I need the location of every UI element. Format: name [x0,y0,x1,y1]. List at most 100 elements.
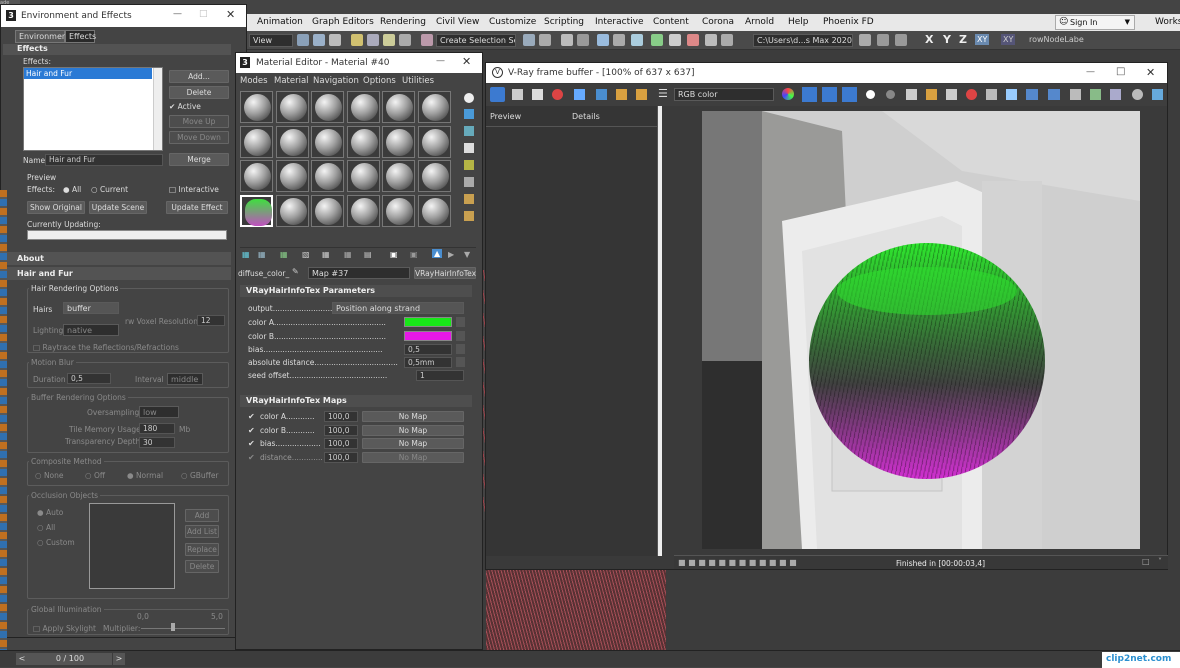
render-region-icon[interactable] [1026,89,1038,100]
material-slot[interactable] [346,125,380,158]
material-slot[interactable] [240,160,273,192]
material-slot[interactable] [311,91,344,123]
rgb-channels-icon[interactable] [782,88,794,100]
chevron-down-icon[interactable]: ˅ [1158,557,1162,566]
transparency-depth-field[interactable]: 30 [139,437,175,448]
next-frame-button[interactable]: > [113,653,125,665]
put-to-scene-icon[interactable]: ▦ [258,250,266,259]
menu-rendering[interactable]: Rendering [380,17,426,27]
effects-list-item[interactable]: Hair and Fur [24,68,152,79]
material-slot[interactable] [417,125,451,158]
track-mouse-icon[interactable] [1090,89,1101,100]
workspace-label[interactable]: Worksp [1155,17,1180,27]
minimize-icon[interactable]: — [1086,67,1095,77]
ribbon-icon[interactable] [577,34,589,46]
material-slot[interactable] [240,194,273,227]
slider-thumb[interactable] [171,623,175,631]
color-correction-icon[interactable] [1132,89,1143,100]
material-slot[interactable] [382,194,415,227]
axis-x-button[interactable]: X [925,33,933,46]
map-slot-button[interactable]: No Map [362,438,464,449]
menu-customize[interactable]: Customize [489,17,536,27]
command-panel-icon-strip[interactable] [0,190,7,650]
hair-fur-rollout-header[interactable]: Hair and Fur [3,267,231,280]
save-all-icon[interactable] [532,89,543,100]
add-effect-button[interactable]: Add... [169,70,229,83]
menu-arnold[interactable]: Arnold [745,17,774,27]
radio-normal[interactable]: ● Normal [127,471,163,480]
tile-memory-field[interactable]: 180 [139,423,175,434]
cloud-render-icon[interactable] [721,34,733,46]
axis-z-button[interactable]: Z [959,33,967,46]
view-dropdown[interactable]: View [249,34,293,47]
show-original-button[interactable]: Show Original [27,201,85,214]
move-up-button[interactable]: Move Up [169,115,229,128]
effects-rollout-header[interactable]: Effects [3,44,231,55]
prev-frame-button[interactable]: < [16,653,28,665]
map-amount-field[interactable]: 100,0 [324,438,358,449]
map-amount-field[interactable]: 100,0 [324,424,358,436]
material-slot[interactable] [240,91,273,123]
go-forward-sibling-icon[interactable]: ▶ [448,250,454,259]
tab-preview[interactable]: Preview [490,112,521,121]
close-icon[interactable]: ✕ [226,8,235,21]
clear-icon[interactable] [552,89,563,100]
close-icon[interactable]: ✕ [1146,66,1155,79]
output-dropdown[interactable]: Position along strand [332,302,464,314]
map-name-dropdown[interactable]: Map #37 [308,267,410,279]
menu-phoenix-fd[interactable]: Phoenix FD [823,17,874,27]
occ-replace-button[interactable]: Replace [185,543,219,556]
map-type-button[interactable]: VRayHairInfoTex [414,267,476,279]
pin-icon[interactable] [877,34,889,46]
channel-dropdown[interactable]: RGB color [674,88,774,101]
interval-dropdown[interactable]: middle [167,373,203,385]
blue-channel-icon[interactable] [842,87,857,102]
menu-graph-editors[interactable]: Graph Editors [312,17,374,27]
stamp-icon[interactable] [636,89,647,100]
delete-effect-button[interactable]: Delete [169,86,229,99]
schematic-icon[interactable] [613,34,625,46]
update-scene-button[interactable]: Update Scene [89,201,147,214]
show-end-result-icon[interactable]: ▣ [410,250,418,259]
folder-icon[interactable] [859,34,871,46]
menu-utilities[interactable]: Utilities [402,76,434,86]
mirror-icon[interactable] [523,34,535,46]
bias-field[interactable]: 0,5 [404,344,452,355]
update-effect-button[interactable]: Update Effect [166,201,228,214]
percent-snap-icon[interactable] [383,34,395,46]
effects-list-scrollbar[interactable] [153,68,162,150]
merge-button[interactable]: Merge [169,153,229,166]
align-icon[interactable] [539,34,551,46]
absolute-distance-map-button[interactable] [456,357,465,367]
duration-field[interactable]: 0,5 [67,373,111,384]
map-enable-checkbox[interactable]: ✔ [248,439,255,448]
menu-corona[interactable]: Corona [702,17,734,27]
mono-icon[interactable] [886,90,895,99]
selection-set-dropdown[interactable]: Create Selection Se [436,34,516,47]
uv-tiling-icon[interactable] [464,143,474,153]
material-slot[interactable] [417,194,451,227]
lighting-dropdown[interactable]: native [63,324,119,336]
radio-none[interactable]: ○ None [35,471,64,480]
rotate-icon[interactable] [313,34,325,46]
axis-y-button[interactable]: Y [943,33,951,46]
link-icon[interactable] [574,89,585,100]
material-slot[interactable] [382,91,415,123]
save-icon[interactable] [512,89,523,100]
radio-custom[interactable]: ○ Custom [37,538,75,547]
spinner-snap-icon[interactable] [399,34,411,46]
minimize-icon[interactable]: — [173,9,182,19]
map-enable-checkbox[interactable]: ✔ [248,426,255,435]
scale-icon[interactable] [329,34,341,46]
options-icon[interactable] [464,194,474,204]
splitter-handle[interactable] [658,106,662,556]
layer-icon[interactable] [561,34,573,46]
load-image-icon[interactable] [926,89,937,100]
tab-environment[interactable]: Environment [15,30,70,43]
frame-icon[interactable] [895,34,907,46]
radio-all[interactable]: ● All [63,185,81,194]
menu-content[interactable]: Content [653,17,689,27]
occ-add-button[interactable]: Add [185,509,219,522]
active-checkbox[interactable]: ✔ Active [169,102,201,111]
select-by-material-icon[interactable] [464,211,474,221]
